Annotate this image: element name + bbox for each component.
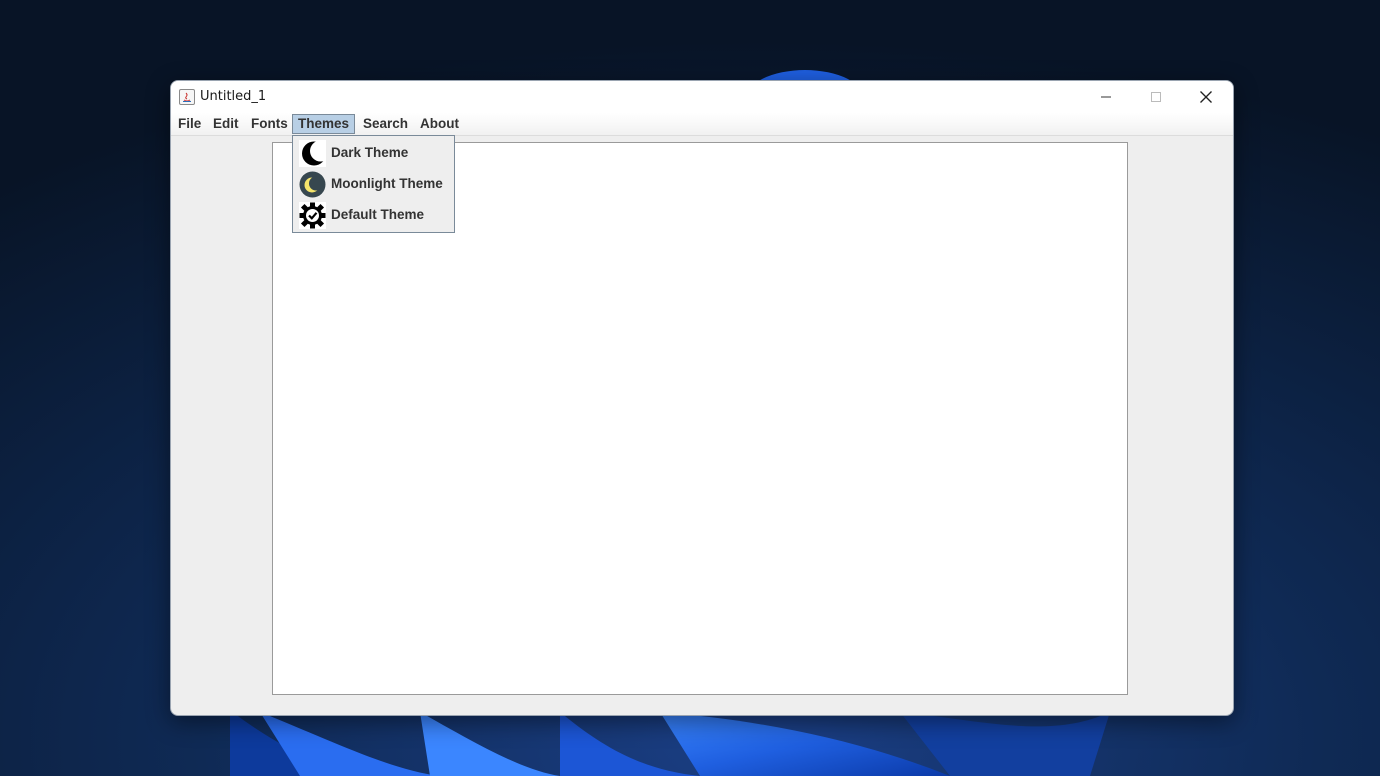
close-icon — [1200, 91, 1212, 103]
menu-themes[interactable]: Themes — [292, 114, 356, 134]
maximize-icon — [1151, 92, 1161, 102]
menu-about[interactable]: About — [414, 114, 465, 134]
gear-check-icon — [299, 202, 326, 229]
menu-item-default-theme[interactable]: Default Theme — [293, 199, 454, 230]
minimize-button[interactable] — [1083, 81, 1129, 113]
menu-search[interactable]: Search — [357, 114, 414, 134]
menu-file[interactable]: File — [172, 114, 207, 134]
themes-dropdown-menu: Dark Theme Moonlight Theme Default Theme — [292, 135, 455, 233]
java-app-icon — [179, 89, 195, 105]
window-title: Untitled_1 — [200, 89, 267, 104]
title-bar: Untitled_1 — [171, 81, 1233, 113]
menu-bar: File Edit Fonts Themes Search About — [171, 113, 1233, 136]
crescent-moon-icon — [299, 140, 326, 167]
menu-fonts[interactable]: Fonts — [245, 114, 294, 134]
close-button[interactable] — [1183, 81, 1229, 113]
menu-item-label: Moonlight Theme — [331, 176, 443, 191]
menu-item-dark-theme[interactable]: Dark Theme — [293, 137, 454, 168]
minimize-icon — [1101, 96, 1111, 98]
menu-edit[interactable]: Edit — [207, 114, 245, 134]
app-window: Untitled_1 File Edit Fonts Themes Search… — [170, 80, 1234, 716]
moonlight-icon — [299, 171, 326, 198]
maximize-button[interactable] — [1133, 81, 1179, 113]
menu-item-label: Default Theme — [331, 207, 425, 222]
menu-item-label: Dark Theme — [331, 145, 409, 160]
menu-item-moonlight-theme[interactable]: Moonlight Theme — [293, 168, 454, 199]
